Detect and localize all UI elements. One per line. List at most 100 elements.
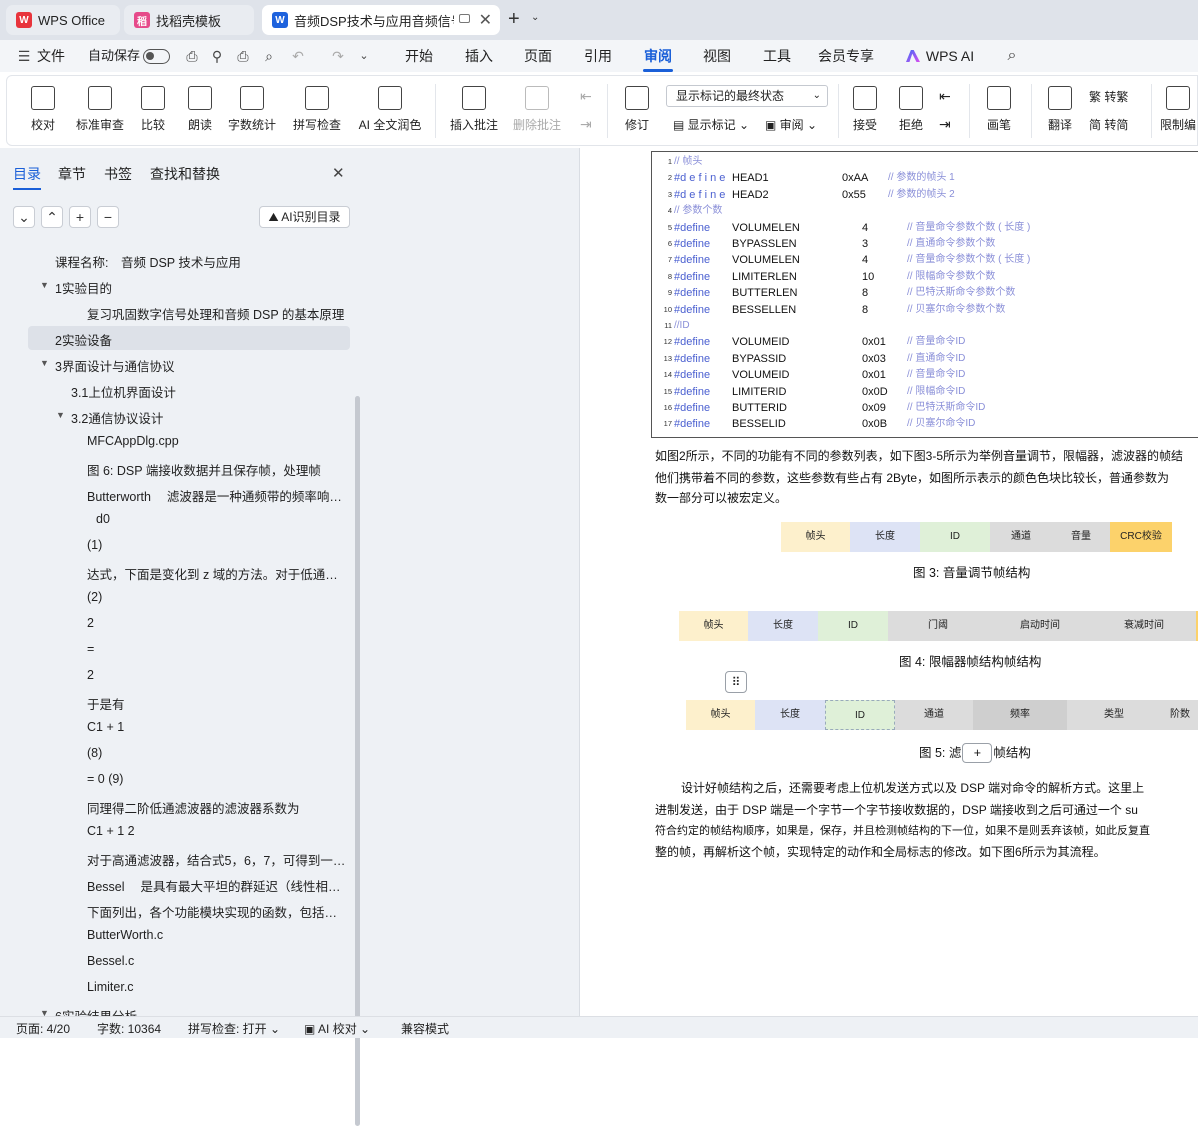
panel-tab-toc[interactable]: 目录 — [13, 164, 41, 190]
menu-reference[interactable]: 引用 — [579, 40, 617, 72]
toc-item[interactable]: 3.1上位机界面设计 — [71, 382, 348, 401]
toc-item[interactable]: 图 6: DSP 端接收数据并且保存帧，处理帧 — [87, 460, 348, 479]
next-change-icon[interactable]: ⇥ — [939, 116, 951, 133]
toc-item[interactable]: 复习巩固数字信号处理和音频 DSP 的基本原理 — [87, 304, 348, 323]
accept-button[interactable]: 接受 — [845, 82, 885, 142]
search-icon[interactable]: ⌕ — [1004, 48, 1020, 64]
proofread-button[interactable]: 校对 — [23, 82, 63, 142]
toc-item[interactable]: (2) — [87, 590, 348, 604]
menu-home[interactable]: 开始 — [400, 40, 438, 72]
drag-handle-icon[interactable]: ⠿ — [725, 671, 747, 693]
revise-button[interactable]: 修订 — [615, 82, 659, 142]
toc-item[interactable]: 2 — [87, 616, 348, 630]
reject-button[interactable]: 拒绝 — [891, 82, 931, 142]
show-markup-button[interactable]: ▤ 显示标记 ⌄ — [673, 116, 749, 133]
menu-member[interactable]: 会员专享 — [815, 40, 877, 72]
toc-item[interactable]: 3.2通信协议设计 — [71, 408, 348, 427]
menu-insert[interactable]: 插入 — [460, 40, 498, 72]
toc-item[interactable]: (1) — [87, 538, 348, 552]
read-aloud-button[interactable]: 朗读 — [183, 82, 217, 142]
expand-arrow-icon[interactable]: ▼ — [40, 280, 49, 290]
collapse-all-button[interactable]: ⌄ — [13, 206, 35, 228]
toc-item[interactable]: 对于高通滤波器，结合式5，6，7，可得到一阶高通 — [87, 850, 348, 869]
menu-review[interactable]: 审阅 — [639, 40, 677, 72]
toc-item[interactable]: 同理得二阶低通滤波器的滤波器系数为 — [87, 798, 348, 817]
undo-icon[interactable]: ↶ — [290, 48, 306, 64]
review-pane-button[interactable]: ▣ 审阅 ⌄ — [765, 116, 817, 133]
panel-tab-bookmark[interactable]: 书签 — [104, 164, 132, 184]
autosave-toggle[interactable] — [143, 49, 170, 64]
toc-item[interactable]: MFCAppDlg.cpp — [87, 434, 348, 448]
expand-arrow-icon[interactable]: ▼ — [40, 358, 49, 368]
frame-cell: 频率 — [973, 700, 1067, 730]
insert-comment-button[interactable]: 插入批注 — [447, 82, 501, 142]
toc-item[interactable]: ButterWorth.c — [87, 928, 348, 942]
toc-item[interactable]: C1 + 1 — [87, 720, 348, 734]
print-icon[interactable]: ⎙ — [235, 48, 251, 64]
toc-item[interactable]: 达式，下面是变化到 z 域的方法。对于低通滤波器 — [87, 564, 348, 583]
ai-check-status[interactable]: ▣ AI 校对 ⌄ — [304, 1020, 370, 1037]
toc-item[interactable]: 1实验目的 — [55, 278, 348, 297]
toc-item[interactable]: Bessel 是具有最大平坦的群延迟（线性相位响应） — [87, 876, 348, 895]
toc-item[interactable]: d0 — [96, 512, 348, 526]
redo-icon[interactable]: ↷ — [330, 48, 346, 64]
menu-wps-ai[interactable]: WPS AI — [924, 40, 976, 72]
share-icon[interactable]: ⚲ — [209, 48, 225, 64]
panel-tab-find-replace[interactable]: 查找和替换 — [150, 164, 220, 184]
insert-block-button[interactable]: + — [962, 743, 993, 763]
more-chevron-icon[interactable]: ⌄ — [356, 48, 372, 64]
spell-check-status[interactable]: 拼写检查: 打开 ⌄ — [188, 1020, 280, 1037]
print-preview-icon[interactable]: ⌕ — [261, 48, 277, 64]
add-heading-button[interactable]: + — [69, 206, 91, 228]
standard-review-button[interactable]: 标准审查 — [73, 82, 127, 142]
ai-toc-button[interactable]: ⛰ AI识别目录 — [259, 206, 350, 228]
compare-button[interactable]: 比较 — [133, 82, 173, 142]
page-indicator[interactable]: 页面: 4/20 — [16, 1020, 70, 1037]
save-icon[interactable]: ⎙ — [184, 48, 200, 64]
chevron-down-icon[interactable]: ⌄ — [531, 12, 539, 23]
panel-tab-chapter[interactable]: 章节 — [58, 164, 86, 184]
tab-document[interactable]: W 音频DSP技术与应用音频信号 ✕ — [262, 5, 500, 35]
toc-item[interactable]: = 0 (9) — [87, 772, 348, 786]
menu-tools[interactable]: 工具 — [758, 40, 796, 72]
menu-file[interactable]: 文件 — [36, 40, 66, 72]
tab-wps-office[interactable]: W WPS Office — [6, 5, 120, 35]
toc-item[interactable]: (8) — [87, 746, 348, 760]
toc-item[interactable]: Limiter.c — [87, 980, 348, 994]
prev-change-icon[interactable]: ⇤ — [939, 88, 951, 105]
spell-check-button[interactable]: 拼写检查 — [287, 82, 347, 142]
word-count-indicator[interactable]: 字数: 10364 — [97, 1020, 161, 1037]
toc-item[interactable]: C1 + 1 2 — [87, 824, 348, 838]
toc-item[interactable]: 下面列出，各个功能模块实现的函数，包括初始化函数 — [87, 902, 348, 921]
ai-polish-button[interactable]: AI 全文润色 — [355, 82, 425, 142]
close-panel-icon[interactable]: ✕ — [332, 164, 345, 182]
toc-item[interactable]: 2实验设备 — [55, 330, 348, 349]
pen-button[interactable]: 画笔 — [979, 82, 1019, 142]
toc-item[interactable]: 课程名称: 音频 DSP 技术与应用 — [55, 252, 348, 271]
close-tab-icon[interactable]: ✕ — [479, 10, 492, 30]
toc-item[interactable]: 2 — [87, 668, 348, 682]
hamburger-menu-icon[interactable]: ☰ — [16, 48, 32, 64]
menu-view[interactable]: 视图 — [698, 40, 736, 72]
toc-item[interactable]: 3界面设计与通信协议 — [55, 356, 348, 375]
code-identifier: BYPASSLEN — [732, 238, 797, 250]
menu-page[interactable]: 页面 — [519, 40, 557, 72]
to-traditional-button[interactable]: 繁 转繁 — [1089, 88, 1128, 105]
expand-arrow-icon[interactable]: ▼ — [56, 410, 65, 420]
new-tab-icon[interactable]: + — [508, 8, 520, 31]
tab-template[interactable]: 稻 找稻壳模板 — [124, 5, 254, 35]
toc-item[interactable]: Bessel.c — [87, 954, 348, 968]
move-up-button[interactable]: ⌃ — [41, 206, 63, 228]
toc-item[interactable]: = — [87, 642, 348, 656]
to-simplified-button[interactable]: 简 转简 — [1089, 116, 1128, 133]
delete-comment-button[interactable]: 删除批注 — [507, 82, 567, 142]
toc-item[interactable]: 于是有 — [87, 694, 348, 713]
word-count-button[interactable]: 字数统计 — [225, 82, 279, 142]
markup-state-select[interactable]: 显示标记的最终状态 ⌄ — [666, 85, 828, 107]
next-comment-icon[interactable]: ⇥ — [580, 116, 592, 133]
restrict-edit-button[interactable]: 限制编 — [1157, 82, 1198, 142]
translate-button[interactable]: 翻译 — [1039, 82, 1081, 142]
prev-comment-icon[interactable]: ⇤ — [580, 88, 592, 105]
remove-heading-button[interactable]: − — [97, 206, 119, 228]
toc-item[interactable]: Butterworth 滤波器是一种通频带的频率响应曲线 — [87, 486, 348, 505]
